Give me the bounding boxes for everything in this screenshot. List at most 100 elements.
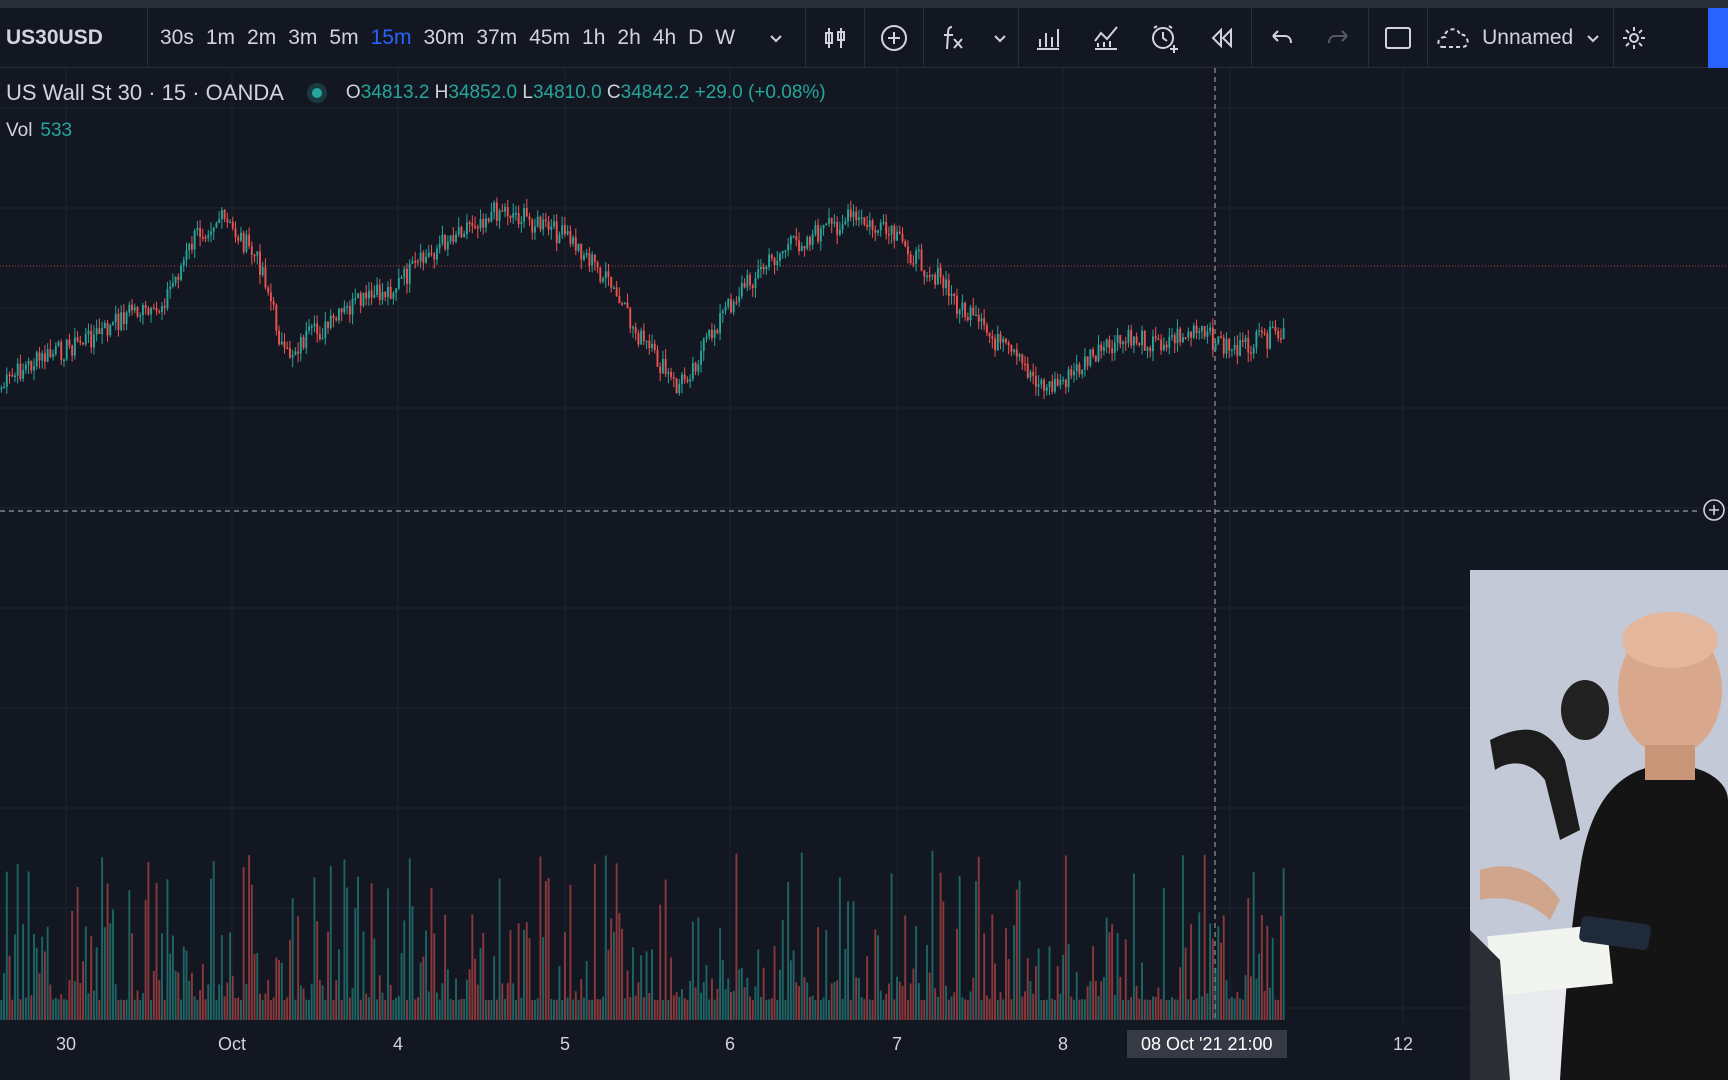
volume-bar — [566, 997, 569, 1020]
volume-bar — [193, 996, 196, 1020]
volume-bar — [43, 951, 46, 1020]
interval-15m[interactable]: 15m — [371, 26, 424, 50]
interval-30s[interactable]: 30s — [160, 26, 206, 50]
fx-chevron-down-icon[interactable] — [982, 8, 1018, 68]
volume-bar — [1026, 958, 1029, 1020]
interval-3m[interactable]: 3m — [288, 26, 329, 50]
replay-icon[interactable] — [1193, 8, 1251, 68]
cloud-icon[interactable] — [1428, 8, 1476, 68]
interval-1m[interactable]: 1m — [206, 26, 247, 50]
price-chart[interactable] — [0, 68, 1728, 1022]
legend: US Wall St 30 · 15 · OANDA O34813.2 H348… — [6, 80, 826, 106]
candle-body — [523, 208, 526, 222]
interval-D[interactable]: D — [688, 26, 715, 50]
volume-bar — [945, 985, 948, 1020]
fullscreen-icon[interactable] — [1369, 8, 1427, 68]
candle-body — [291, 354, 294, 358]
interval-37m[interactable]: 37m — [476, 26, 529, 50]
candle-body — [122, 312, 125, 324]
candle-body — [596, 262, 599, 268]
volume-bar — [1004, 928, 1007, 1020]
compare-icon[interactable] — [1077, 8, 1135, 68]
volume-bar — [112, 909, 114, 1020]
volume-bar — [1176, 999, 1179, 1020]
volume-bar — [607, 949, 610, 1020]
candle-body — [637, 332, 640, 345]
bar-chart-icon[interactable] — [1019, 8, 1077, 68]
gear-icon[interactable] — [1614, 8, 1654, 68]
candle-body — [465, 222, 468, 234]
candle-body — [313, 323, 316, 327]
interval-chevron-down-icon[interactable] — [747, 8, 805, 68]
candle-body — [147, 308, 150, 315]
candle-body — [269, 292, 272, 302]
candle-body — [288, 347, 291, 358]
plus-circle-icon[interactable] — [1702, 498, 1726, 522]
candle-body — [863, 217, 866, 225]
candle-body — [321, 338, 324, 340]
volume-bar — [814, 999, 817, 1020]
candle-body — [1184, 337, 1187, 339]
volume-bar — [430, 887, 433, 1020]
candle-body — [1154, 336, 1157, 339]
volume-bar — [934, 988, 937, 1020]
candle-body — [896, 231, 899, 241]
interval-2h[interactable]: 2h — [617, 26, 652, 50]
bar-style-icon[interactable] — [806, 8, 864, 68]
volume-bar — [969, 991, 972, 1020]
interval-W[interactable]: W — [715, 26, 747, 50]
candle-body — [749, 274, 751, 286]
volume-bar — [942, 901, 945, 1020]
candle-body — [144, 304, 147, 309]
interval-45m[interactable]: 45m — [529, 26, 582, 50]
candle-body — [651, 343, 653, 349]
volume-bar — [544, 881, 547, 1020]
interval-1h[interactable]: 1h — [582, 26, 617, 50]
volume-bar — [340, 999, 343, 1020]
symbol-search[interactable]: US30USD — [0, 7, 148, 68]
volume-bar — [547, 877, 550, 1020]
layout-name[interactable]: Unnamed — [1482, 26, 1573, 50]
volume-bar — [811, 995, 814, 1020]
volume-bar — [1024, 991, 1026, 1020]
candle-body — [694, 362, 697, 372]
undo-icon[interactable] — [1252, 8, 1310, 68]
candle-body — [299, 337, 302, 354]
candle-body — [1209, 327, 1212, 332]
redo-icon[interactable] — [1310, 8, 1368, 68]
volume-bar — [433, 933, 436, 1020]
candle-body — [934, 274, 937, 285]
add-indicator-icon[interactable] — [865, 8, 923, 68]
volume-bar — [1201, 996, 1203, 1020]
candle-body — [386, 286, 389, 298]
volume-bar — [297, 916, 300, 1020]
volume-bar — [449, 999, 452, 1020]
time-axis-label: 4 — [392, 1034, 404, 1054]
fx-icon[interactable] — [924, 8, 982, 68]
candle-body — [397, 277, 400, 289]
candle-body — [716, 329, 719, 334]
candle-body — [1018, 354, 1021, 357]
volume-bar — [1113, 994, 1116, 1020]
alert-icon[interactable] — [1135, 8, 1193, 68]
interval-4h[interactable]: 4h — [653, 26, 688, 50]
candle-body — [825, 223, 828, 226]
candle-body — [294, 351, 297, 355]
volume-bar — [789, 960, 792, 1020]
candle-body — [689, 379, 692, 382]
volume-bar — [495, 999, 498, 1020]
volume-bar — [425, 930, 428, 1020]
volume-bar — [626, 970, 629, 1020]
layout-chevron-down-icon[interactable] — [1573, 8, 1613, 68]
interval-5m[interactable]: 5m — [329, 26, 370, 50]
candle-body — [1195, 325, 1198, 334]
volume-bar — [90, 936, 93, 1020]
interval-30m[interactable]: 30m — [423, 26, 476, 50]
volume-bar — [1075, 972, 1078, 1020]
candle-body — [65, 339, 68, 360]
candle-body — [844, 221, 847, 225]
interval-2m[interactable]: 2m — [247, 26, 288, 50]
candle-body — [621, 303, 624, 305]
candle-body — [449, 235, 452, 242]
volume-bar — [465, 979, 468, 1020]
